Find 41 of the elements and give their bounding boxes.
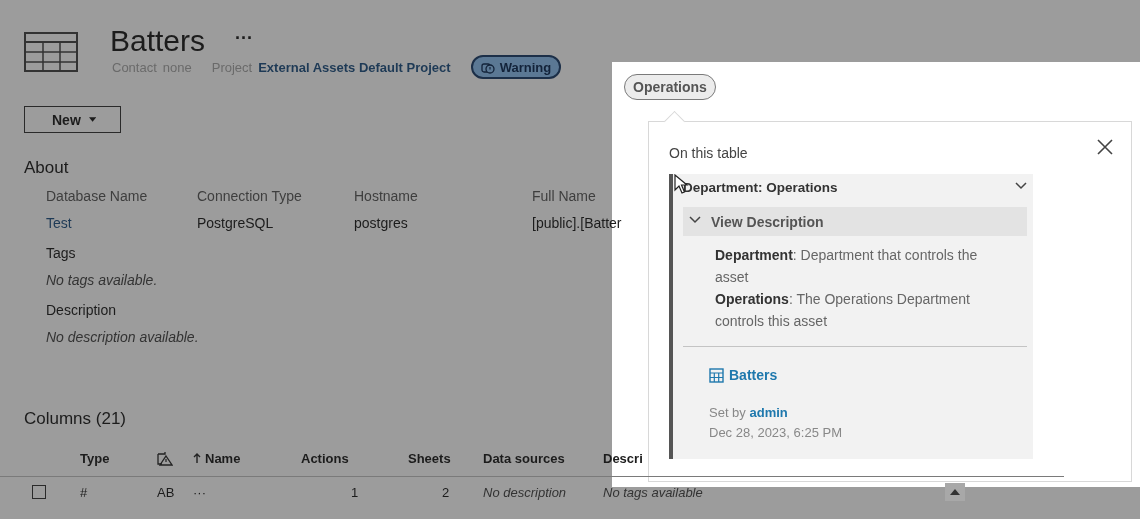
date-text: Dec 28, 2023, 6:25 PM	[709, 424, 843, 440]
user-link[interactable]: admin	[749, 404, 788, 420]
field-label: Full Name	[532, 188, 597, 204]
set-by-text: Set by admin	[709, 404, 789, 420]
column-header[interactable]: Data sources	[483, 450, 603, 466]
field-value: postgres	[354, 215, 409, 231]
asset-title: Batters	[110, 25, 206, 57]
table-cell-text: #	[80, 484, 89, 500]
view-description-toggle[interactable]: View Description	[683, 207, 1027, 236]
description-text: Department: Department that controls the asset	[715, 246, 979, 287]
table-cell-text: 1	[349, 484, 360, 500]
field-label: Connection Type	[197, 188, 303, 204]
column-header[interactable]: Type	[80, 450, 157, 466]
section-heading: About	[24, 158, 69, 178]
table-cell-text: 2	[440, 484, 451, 500]
section-heading: Columns (21)	[24, 409, 127, 429]
column-header[interactable]: Descri	[603, 450, 745, 466]
table-cell-text: ···	[193, 484, 207, 500]
table-cell-text: AB	[157, 484, 176, 500]
field-label: Hostname	[354, 188, 419, 204]
new-button[interactable]: New	[24, 106, 121, 133]
field-label: Database Name	[46, 188, 149, 204]
field-label: Description	[46, 302, 117, 318]
empty-message: No description available.	[46, 329, 199, 345]
tag-title: Department: Operations	[683, 180, 838, 195]
project-link[interactable]: External Assets Default Project	[258, 59, 451, 75]
column-header[interactable]: Name	[193, 450, 301, 466]
popover-heading: On this table	[669, 145, 748, 161]
field-link[interactable]: Test	[46, 215, 197, 231]
field-label: Tags	[46, 245, 76, 261]
asset-link[interactable]: Batters	[709, 367, 778, 383]
description-text: Operations: The Operations Department controls this asset	[715, 290, 971, 331]
table-cell-text: No tags available	[603, 484, 704, 500]
table-cell-text: No description	[483, 484, 568, 500]
tag-badge[interactable]: Operations	[624, 74, 716, 100]
column-header[interactable]: Actions	[301, 450, 408, 466]
field-value: PostgreSQL	[197, 215, 275, 231]
column-header[interactable]: Sheets	[408, 450, 483, 466]
warning-badge[interactable]: Warning	[470, 55, 562, 79]
more-button[interactable]: ···	[235, 25, 254, 51]
empty-message: No tags available.	[46, 272, 158, 288]
